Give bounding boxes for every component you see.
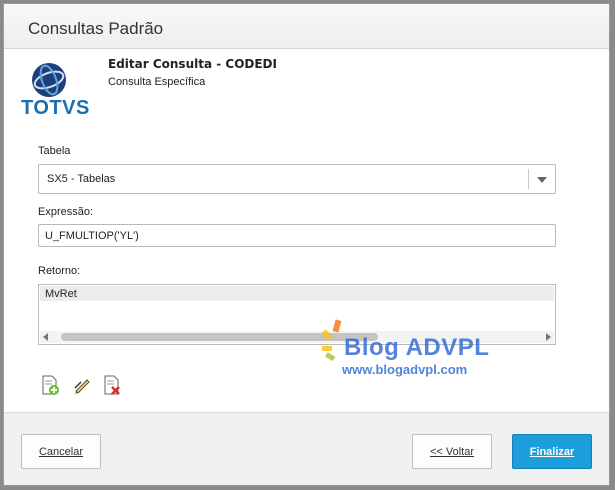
- scroll-right-icon[interactable]: [546, 333, 551, 341]
- list-item[interactable]: MvRet: [40, 286, 554, 301]
- retorno-label: Retorno:: [38, 265, 81, 277]
- watermark-url: www.blogadvpl.com: [342, 362, 468, 377]
- tabela-label: Tabela: [38, 145, 71, 157]
- logo-text: TOTVS: [21, 97, 90, 119]
- delete-doc-icon[interactable]: [102, 375, 122, 395]
- edit-pencil-icon[interactable]: [72, 375, 92, 395]
- page-title: Editar Consulta - CODEDI: [108, 57, 277, 71]
- dialog-footer: Cancelar << Voltar Finalizar: [4, 412, 609, 485]
- title-bar: Consultas Padrão: [4, 4, 609, 49]
- back-button[interactable]: << Voltar: [412, 434, 492, 469]
- page-subtitle: Consulta Específica: [108, 76, 206, 88]
- watermark-title: Blog ADVPL: [344, 334, 490, 361]
- scroll-left-icon[interactable]: [43, 333, 48, 341]
- tabela-select[interactable]: SX5 - Tabelas: [38, 164, 556, 194]
- expressao-label: Expressão:: [38, 206, 94, 218]
- tabela-select-value: SX5 - Tabelas: [47, 173, 116, 185]
- add-doc-icon[interactable]: [40, 375, 60, 395]
- cancel-button[interactable]: Cancelar: [21, 434, 101, 469]
- expressao-input[interactable]: U_FMULTIOP('YL'): [38, 224, 556, 247]
- chevron-down-icon[interactable]: [537, 177, 547, 183]
- finish-button[interactable]: Finalizar: [512, 434, 592, 469]
- window-title: Consultas Padrão: [28, 19, 164, 38]
- select-separator: [528, 169, 529, 189]
- dialog-window: Consultas Padrão TOTVS Editar Consulta -…: [3, 3, 610, 486]
